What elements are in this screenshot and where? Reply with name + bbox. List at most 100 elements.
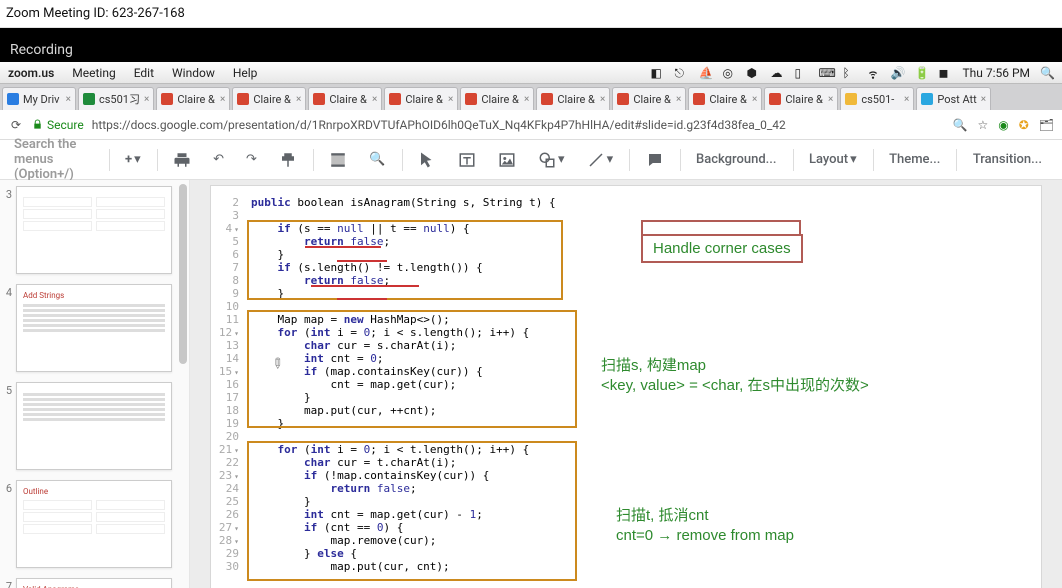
close-icon[interactable]: × xyxy=(524,94,529,105)
slide-thumb[interactable]: 5 xyxy=(2,382,183,470)
close-icon[interactable]: × xyxy=(676,94,681,105)
star-icon[interactable]: ☆ xyxy=(977,118,988,132)
undo-button[interactable]: ↶ xyxy=(207,148,230,171)
thumb-body xyxy=(16,186,172,274)
extension-icon[interactable]: ✪ xyxy=(1019,118,1029,132)
menu-help[interactable]: Help xyxy=(233,66,258,80)
battery-icon[interactable]: 🔋 xyxy=(914,66,928,80)
search-icon[interactable]: 🔍 xyxy=(1040,66,1054,80)
tab-label: Claire & xyxy=(709,93,748,106)
redo-button[interactable]: ↷ xyxy=(240,148,263,171)
wifi-icon[interactable] xyxy=(866,66,880,80)
reload-icon[interactable]: ⟳ xyxy=(8,118,24,132)
browser-tab[interactable]: Claire & × xyxy=(612,87,686,110)
slide-thumb[interactable]: 3 xyxy=(2,186,183,274)
new-slide-button[interactable]: +▾ xyxy=(119,148,147,171)
scrollbar-thumb[interactable] xyxy=(179,184,187,364)
menu-meeting[interactable]: Meeting xyxy=(72,66,115,80)
search-menus[interactable]: Search the menus (Option+/) xyxy=(14,137,99,182)
tray-icon[interactable]: ◧ xyxy=(650,66,664,80)
close-icon[interactable]: × xyxy=(904,94,909,105)
bluetooth-icon[interactable]: ᛒ xyxy=(842,66,856,80)
red-underline xyxy=(337,298,387,300)
select-button[interactable] xyxy=(412,147,442,173)
zoom-fit-button[interactable] xyxy=(323,147,353,173)
tray-icon[interactable]: ☁ xyxy=(770,66,784,80)
thumb-body xyxy=(16,382,172,470)
layout-button[interactable]: Layout ▾ xyxy=(803,148,863,171)
slide-thumb[interactable]: 7 Valid Anagrams xyxy=(2,578,183,588)
code-content: public boolean isAnagram(String s, Strin… xyxy=(251,196,611,573)
tray-icon[interactable]: ⬢ xyxy=(746,66,760,80)
line-button[interactable]: ▾ xyxy=(581,147,620,173)
tab-favicon xyxy=(389,93,401,105)
close-icon[interactable]: × xyxy=(144,94,149,105)
transition-button[interactable]: Transition... xyxy=(967,148,1048,171)
slide-thumb[interactable]: 6 Outline xyxy=(2,480,183,568)
shape-button[interactable]: ▾ xyxy=(532,147,571,173)
menu-app[interactable]: zoom.us xyxy=(8,66,54,80)
close-icon[interactable]: × xyxy=(220,94,225,105)
browser-tab[interactable]: cs501- × xyxy=(840,87,914,110)
browser-tab[interactable]: Claire & × xyxy=(308,87,382,110)
tray-icon[interactable]: ◎ xyxy=(722,66,736,80)
background-button[interactable]: Background... xyxy=(690,148,782,171)
tab-favicon xyxy=(845,93,857,105)
slide-number: 3 xyxy=(2,186,12,201)
volume-icon[interactable]: 🔊 xyxy=(890,66,904,80)
menu-window[interactable]: Window xyxy=(172,66,215,80)
tab-label: Claire & xyxy=(253,93,292,106)
paint-format-button[interactable] xyxy=(273,147,303,173)
menu-clock[interactable]: Thu 7:56 PM xyxy=(962,66,1030,80)
tray-icon[interactable]: ⌨ xyxy=(818,66,832,80)
slide-thumb[interactable]: 4 Add Strings xyxy=(2,284,183,372)
tab-favicon xyxy=(237,93,249,105)
browser-tab[interactable]: Claire & × xyxy=(232,87,306,110)
comment-button[interactable] xyxy=(640,147,670,173)
close-icon[interactable]: × xyxy=(448,94,453,105)
extension-icon[interactable]: 🗂 xyxy=(1039,118,1054,132)
textbox-button[interactable] xyxy=(452,147,482,173)
tray-icon[interactable]: ⎋ xyxy=(674,66,688,80)
close-icon[interactable]: × xyxy=(66,94,71,105)
tab-label: cs501习 xyxy=(99,91,140,107)
thumb-body: Valid Anagrams xyxy=(16,578,172,588)
slide-canvas[interactable]: 2345678910111213141516171819202122232425… xyxy=(211,186,1041,588)
close-icon[interactable]: × xyxy=(600,94,605,105)
print-button[interactable] xyxy=(167,147,197,173)
browser-tab[interactable]: Claire & × xyxy=(688,87,762,110)
tray-icon[interactable]: ▯ xyxy=(794,66,808,80)
tray-icon[interactable]: ◼ xyxy=(938,66,952,80)
browser-tab[interactable]: My Driv × xyxy=(2,87,76,110)
tray-icon[interactable]: ⛵ xyxy=(698,66,712,80)
tab-label: Claire & xyxy=(329,93,368,106)
browser-tab[interactable]: Claire & × xyxy=(156,87,230,110)
close-icon[interactable]: × xyxy=(296,94,301,105)
recording-bar: Recording xyxy=(0,28,1062,62)
secure-indicator[interactable]: Secure xyxy=(32,118,84,132)
browser-tab[interactable]: cs501习 × xyxy=(78,87,154,110)
menu-edit[interactable]: Edit xyxy=(134,66,154,80)
browser-tab[interactable]: Post Att × xyxy=(916,87,991,110)
zoom-text-icon[interactable]: 🔍 xyxy=(953,118,968,132)
close-icon[interactable]: × xyxy=(372,94,377,105)
filmstrip[interactable]: 3 4 Add Strings 5 6 Outline 7 Valid Anag… xyxy=(0,180,190,588)
browser-tab[interactable]: Claire & × xyxy=(536,87,610,110)
tab-label: Claire & xyxy=(785,93,824,106)
tab-favicon xyxy=(161,93,173,105)
address-bar: ⟳ Secure https://docs.google.com/present… xyxy=(0,110,1062,140)
close-icon[interactable]: × xyxy=(828,94,833,105)
close-icon[interactable]: × xyxy=(981,94,986,105)
browser-tab[interactable]: Claire & × xyxy=(384,87,458,110)
zoom-meeting-id: Zoom Meeting ID: 623-267-168 xyxy=(0,0,1062,28)
slide-number: 6 xyxy=(2,480,12,495)
browser-tab[interactable]: Claire & × xyxy=(460,87,534,110)
zoom-button[interactable]: 🔍 xyxy=(363,148,391,171)
extension-icon[interactable]: ◉ xyxy=(998,118,1008,132)
image-button[interactable] xyxy=(492,147,522,173)
workspace: 3 4 Add Strings 5 6 Outline 7 Valid Anag… xyxy=(0,180,1062,588)
url-text[interactable]: https://docs.google.com/presentation/d/1… xyxy=(92,118,945,132)
theme-button[interactable]: Theme... xyxy=(883,148,946,171)
browser-tab[interactable]: Claire & × xyxy=(764,87,838,110)
close-icon[interactable]: × xyxy=(752,94,757,105)
